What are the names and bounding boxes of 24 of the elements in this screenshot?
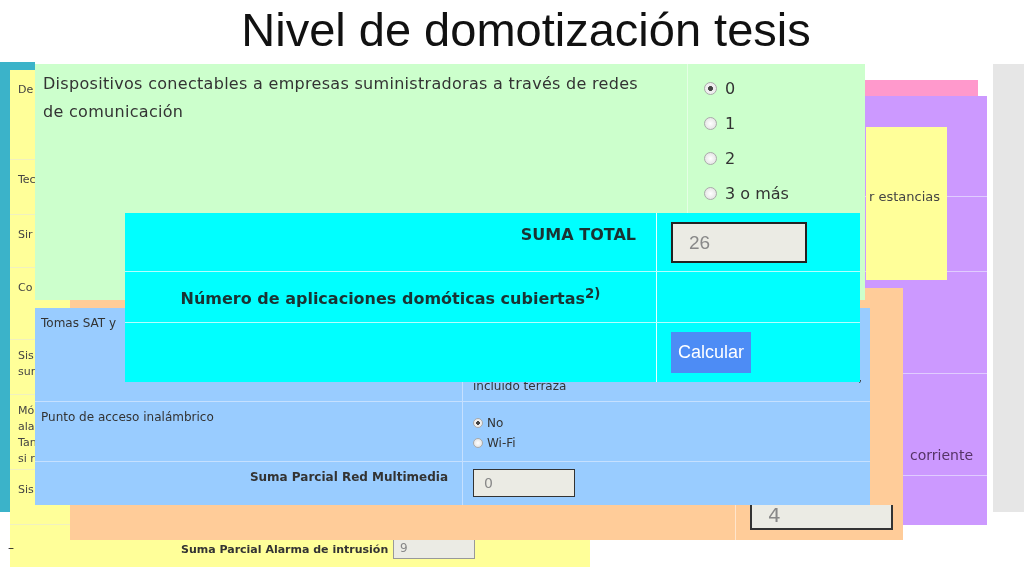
form-label: Tomas SAT y [41,316,117,330]
dash-mark: – [8,541,14,555]
form-label: Sis sur [18,348,36,380]
form-label: Sis [18,482,34,498]
form-label: Tec [18,172,36,188]
radio-option[interactable]: 1 [704,113,849,134]
question-text: Dispositivos conectables a empresas suministradoras a través de redes de comunicación [43,73,639,123]
form-label: Co [18,280,33,296]
radio-option[interactable]: Wi-Fi [473,435,860,450]
radio-option[interactable]: 0 [704,78,849,99]
form-label: Punto de acceso inalámbrico [41,409,214,424]
subtotal-label: Suma Parcial Red Multimedia [249,470,448,484]
radio-option[interactable]: No [473,415,860,430]
comma-mark: , [858,371,862,385]
subtotal-label: Suma Parcial Alarma de intrusión [181,541,390,556]
form-label: r estancias [868,189,942,204]
radio-option[interactable]: 2 [704,148,849,169]
apps-label: Número de aplicaciones domóticas cubiertas$^{2)}$ [180,289,601,309]
form-label: De [18,82,34,98]
form-label: Sir [18,227,33,243]
total-label: SUMA TOTAL [520,225,636,244]
slide-title: Nivel de domotización tesis [240,2,812,57]
form-label: corriente [910,447,973,463]
radio-option[interactable]: 3 o más [704,183,849,204]
